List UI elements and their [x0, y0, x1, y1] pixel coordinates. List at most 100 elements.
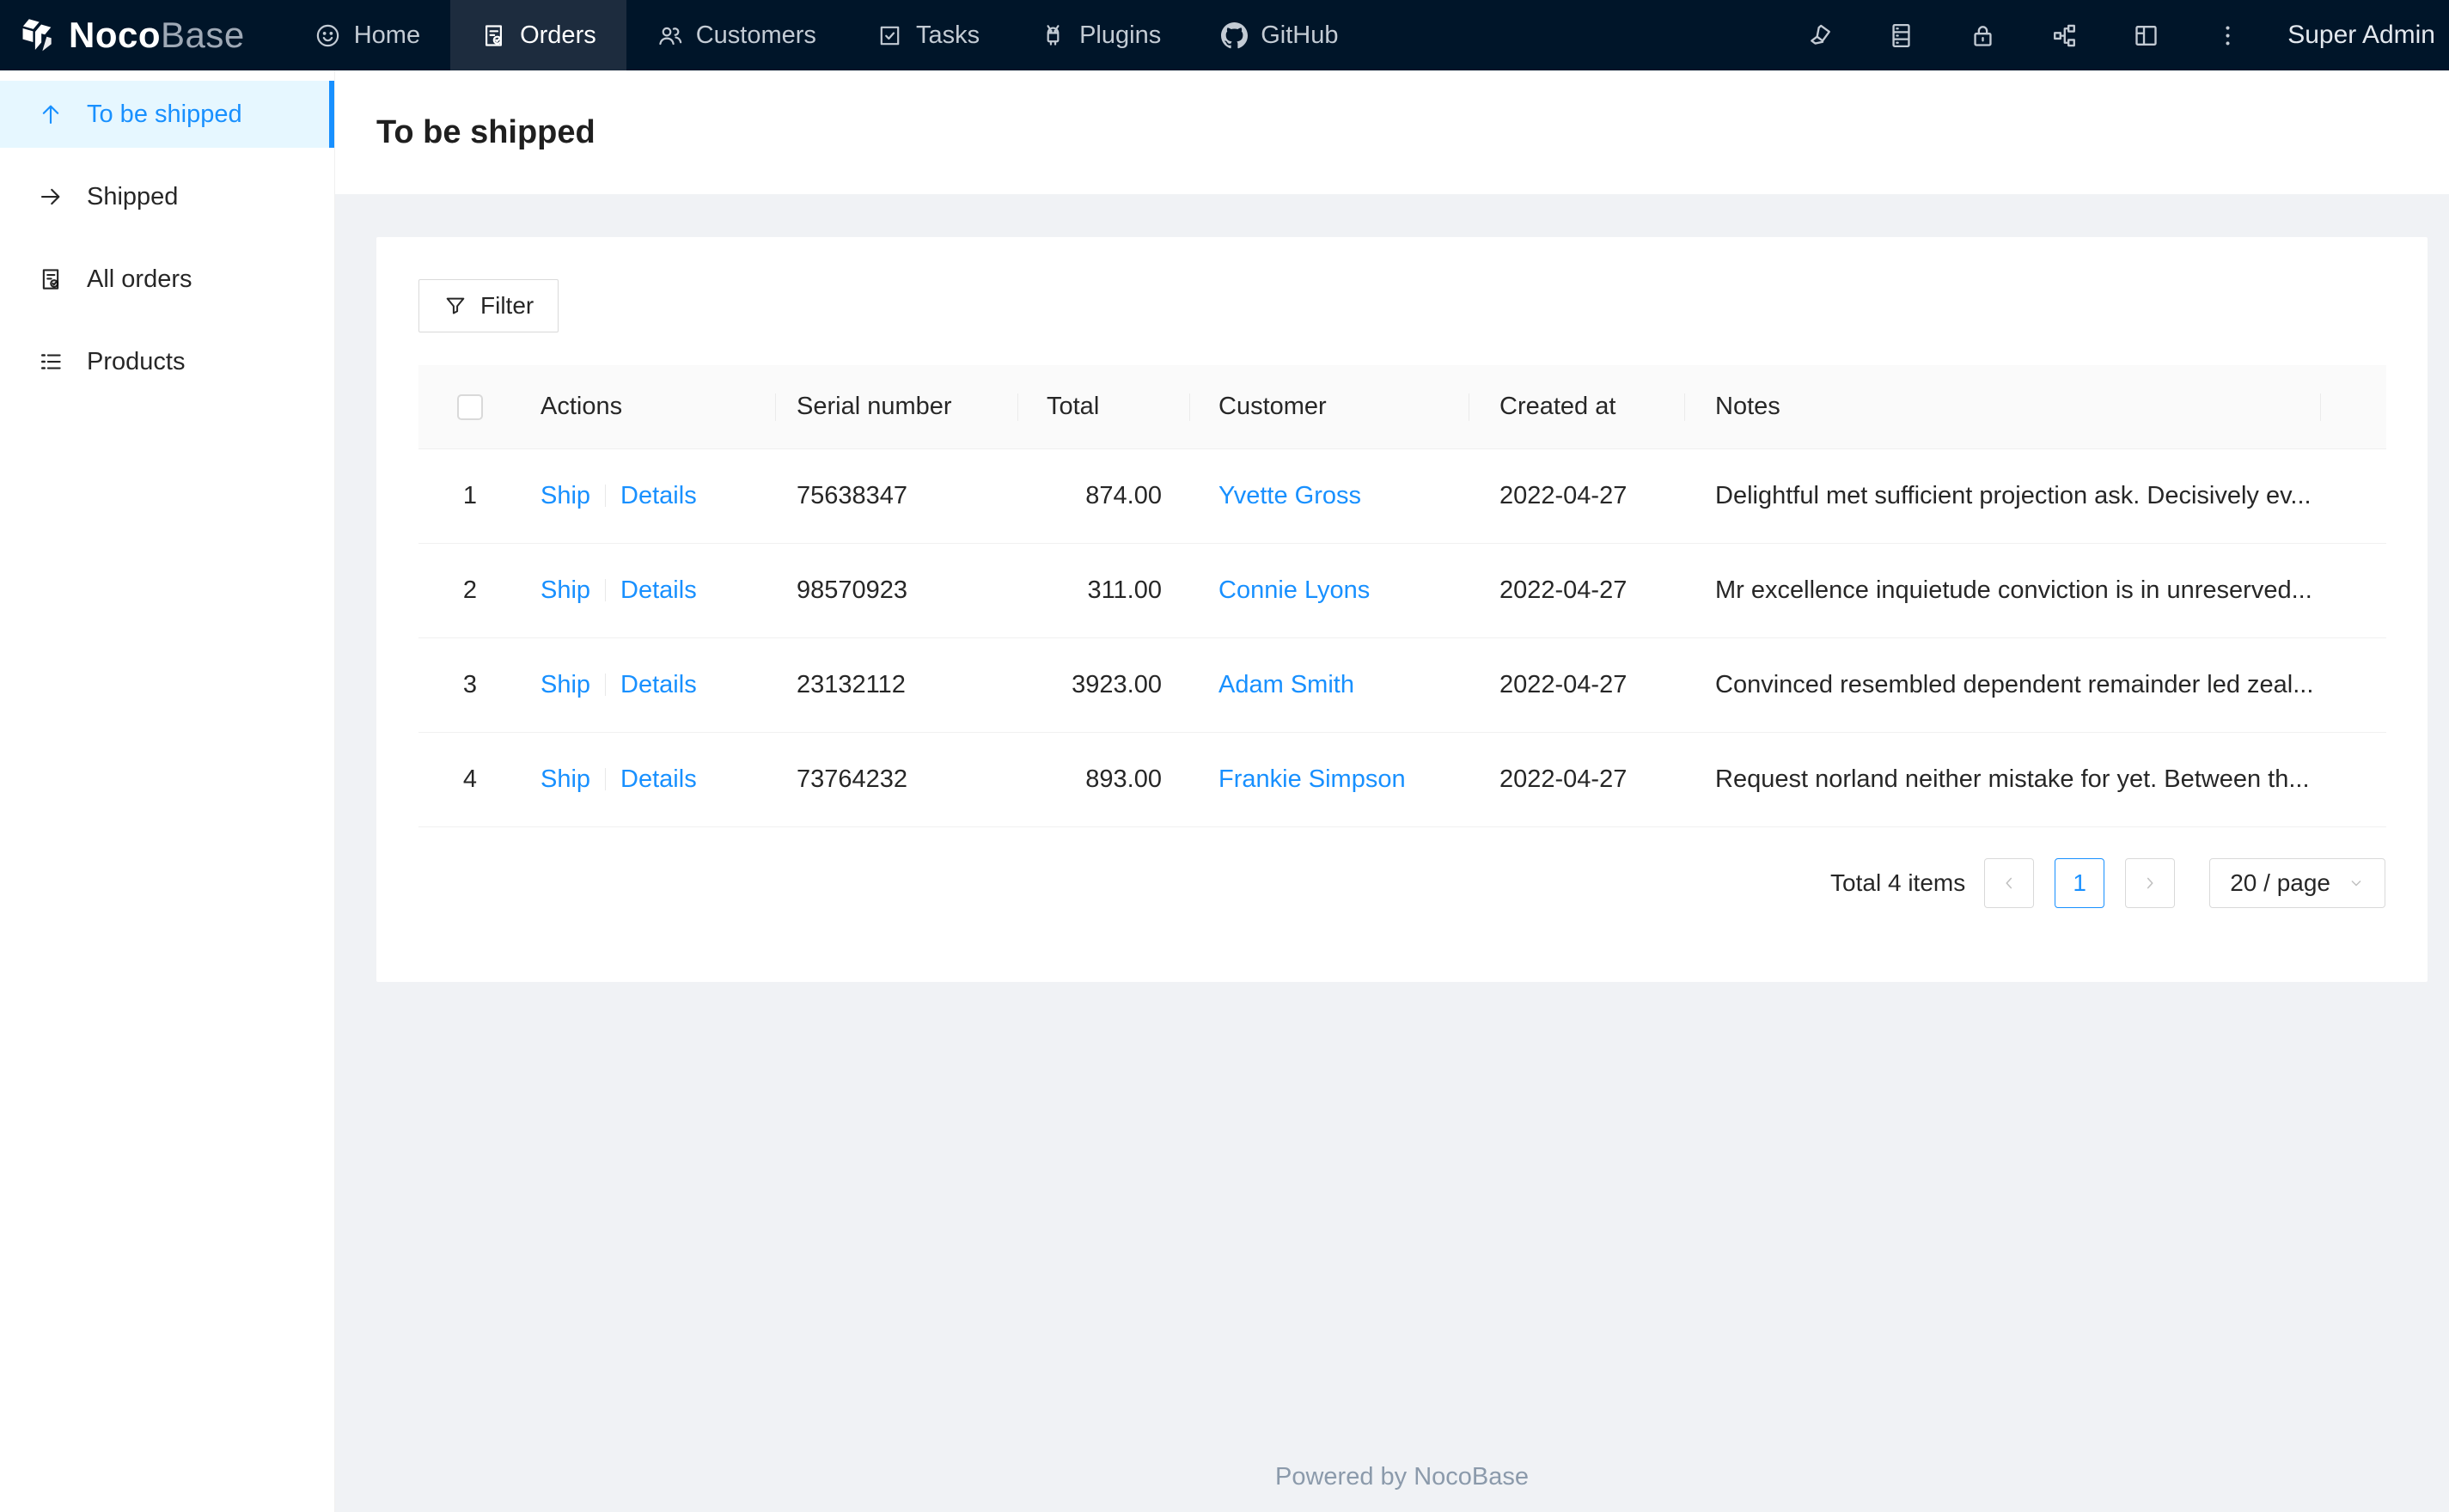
row-spacer-cell [2321, 638, 2386, 733]
column-header-created-at: Created at [1469, 365, 1685, 449]
details-link[interactable]: Details [620, 671, 697, 698]
android-icon [1047, 24, 1060, 46]
ship-link[interactable]: Ship [540, 671, 590, 698]
pagination-prev-button[interactable] [1984, 858, 2035, 908]
collections-button[interactable] [1860, 0, 1942, 70]
nav-item-label: GitHub [1261, 21, 1339, 49]
database-icon [1892, 23, 1910, 47]
total-cell: 311.00 [1018, 544, 1190, 638]
column-header-customer: Customer [1190, 365, 1469, 449]
column-header-serial-number: Serial number [776, 365, 1018, 449]
row-spacer-cell [2321, 733, 2386, 827]
table-header-row: Actions Serial number Total Customer Cre… [418, 365, 2386, 449]
nav-item-home[interactable]: Home [284, 0, 450, 70]
row-index[interactable]: 2 [418, 544, 522, 638]
sidebar-item-products[interactable]: Products [0, 328, 334, 395]
sidebar-item-label: Products [87, 347, 186, 375]
customer-link[interactable]: Adam Smith [1218, 671, 1354, 698]
footer: Powered by NocoBase [376, 1446, 2428, 1512]
check-square-icon [880, 26, 900, 45]
main-nav-menu: Home Orders Customers Tasks Plugins GitH… [284, 0, 1369, 70]
created-at-cell: 2022-04-27 [1469, 733, 1685, 827]
user-name: Super Admin [2287, 21, 2435, 49]
table-body: 1 Ship Details 75638347 874.00 Yvette Gross 20… [418, 449, 2386, 827]
list-icon [41, 354, 61, 369]
nav-item-tasks[interactable]: Tasks [846, 0, 1010, 70]
serial-number-cell: 23132112 [776, 638, 1018, 733]
sidebar-item-all-orders[interactable]: All orders [0, 246, 334, 313]
main-area: To be shipped Filter Actions Serial numb… [335, 70, 2449, 1512]
serial-number-cell: 73764232 [776, 733, 1018, 827]
customer-link[interactable]: Frankie Simpson [1218, 765, 1406, 793]
notes-cell: Mr excellence inquietude conviction is i… [1685, 544, 2321, 638]
row-spacer-cell [2321, 449, 2386, 544]
arrow-right-icon [40, 188, 60, 205]
details-link[interactable]: Details [620, 576, 697, 604]
nav-item-plugins[interactable]: Plugins [1010, 0, 1191, 70]
nav-item-label: Tasks [915, 21, 980, 49]
ship-link[interactable]: Ship [540, 482, 590, 509]
nav-item-label: Home [353, 21, 421, 49]
logo-text-noco: Noco [69, 15, 161, 55]
details-link[interactable]: Details [620, 765, 697, 793]
nocobase-logo[interactable]: Noco Base [0, 0, 279, 70]
nav-item-customers[interactable]: Customers [626, 0, 846, 70]
layout-icon [2135, 25, 2157, 46]
filter-button[interactable]: Filter [418, 279, 559, 332]
nav-item-github[interactable]: GitHub [1191, 0, 1368, 70]
pagination-next-button[interactable] [2125, 858, 2176, 908]
pagination-page-1[interactable]: 1 [2055, 858, 2105, 908]
pagination: Total 4 items 1 20 / page [418, 858, 2385, 908]
page-size-select[interactable]: 20 / page [2209, 858, 2385, 908]
customer-link[interactable]: Yvette Gross [1218, 482, 1361, 509]
smile-icon [316, 24, 339, 46]
select-all-checkbox[interactable] [457, 394, 483, 421]
ui-editor-button[interactable] [1779, 0, 1860, 70]
row-index[interactable]: 1 [418, 449, 522, 544]
table-row: 4 Ship Details 73764232 893.00 Frankie Simpso… [418, 733, 2386, 827]
orders-table: Actions Serial number Total Customer Cre… [418, 365, 2386, 827]
user-menu[interactable]: Super Admin [2269, 0, 2449, 70]
access-control-button[interactable] [1942, 0, 2024, 70]
footer-text[interactable]: Powered by NocoBase [1275, 1463, 1529, 1491]
sidebar-item-label: To be shipped [87, 100, 242, 128]
layout-button[interactable] [2105, 0, 2187, 70]
row-actions: Ship Details [522, 638, 776, 733]
created-at-cell: 2022-04-27 [1469, 449, 1685, 544]
notes-cell: Request norland neither mistake for yet.… [1685, 733, 2321, 827]
action-divider [605, 674, 607, 696]
api-cluster-button[interactable] [2024, 0, 2105, 70]
ship-link[interactable]: Ship [540, 576, 590, 604]
chevron-right-icon [2147, 877, 2153, 889]
sidebar-item-to-be-shipped[interactable]: To be shipped [0, 81, 334, 148]
github-icon [1221, 21, 1249, 48]
chevron-left-icon [2006, 877, 2012, 889]
action-divider [605, 485, 607, 507]
column-header-total: Total [1018, 365, 1190, 449]
nav-item-orders[interactable]: Orders [450, 0, 626, 70]
navbar-actions: Super Admin [1779, 0, 2449, 70]
table-row: 3 Ship Details 23132112 3923.00 Adam Smith 202… [418, 638, 2386, 733]
filter-button-label: Filter [480, 292, 534, 319]
content-area: Filter Actions Serial number Total Custo… [335, 194, 2449, 1512]
lock-icon [1974, 25, 1992, 46]
customer-link[interactable]: Connie Lyons [1218, 576, 1370, 604]
ship-link[interactable]: Ship [540, 765, 590, 793]
page-title: To be shipped [376, 113, 595, 150]
pagination-current-page: 1 [2073, 869, 2086, 896]
table-row: 2 Ship Details 98570923 311.00 Connie Lyons 20… [418, 544, 2386, 638]
column-header-actions: Actions [522, 365, 776, 449]
logo-text-base: Base [161, 15, 245, 55]
nav-item-label: Orders [520, 21, 596, 49]
more-vertical-icon [2226, 26, 2230, 45]
sidebar-item-shipped[interactable]: Shipped [0, 163, 334, 230]
sidebar-item-label: All orders [87, 265, 192, 293]
arrow-up-icon [42, 105, 59, 125]
row-index[interactable]: 3 [418, 638, 522, 733]
more-menu-button[interactable] [2187, 0, 2269, 70]
row-index[interactable]: 4 [418, 733, 522, 827]
customer-cell: Connie Lyons [1190, 544, 1469, 638]
highlighter-icon [1811, 24, 1831, 45]
chevron-down-icon [2351, 881, 2361, 887]
details-link[interactable]: Details [620, 482, 697, 509]
